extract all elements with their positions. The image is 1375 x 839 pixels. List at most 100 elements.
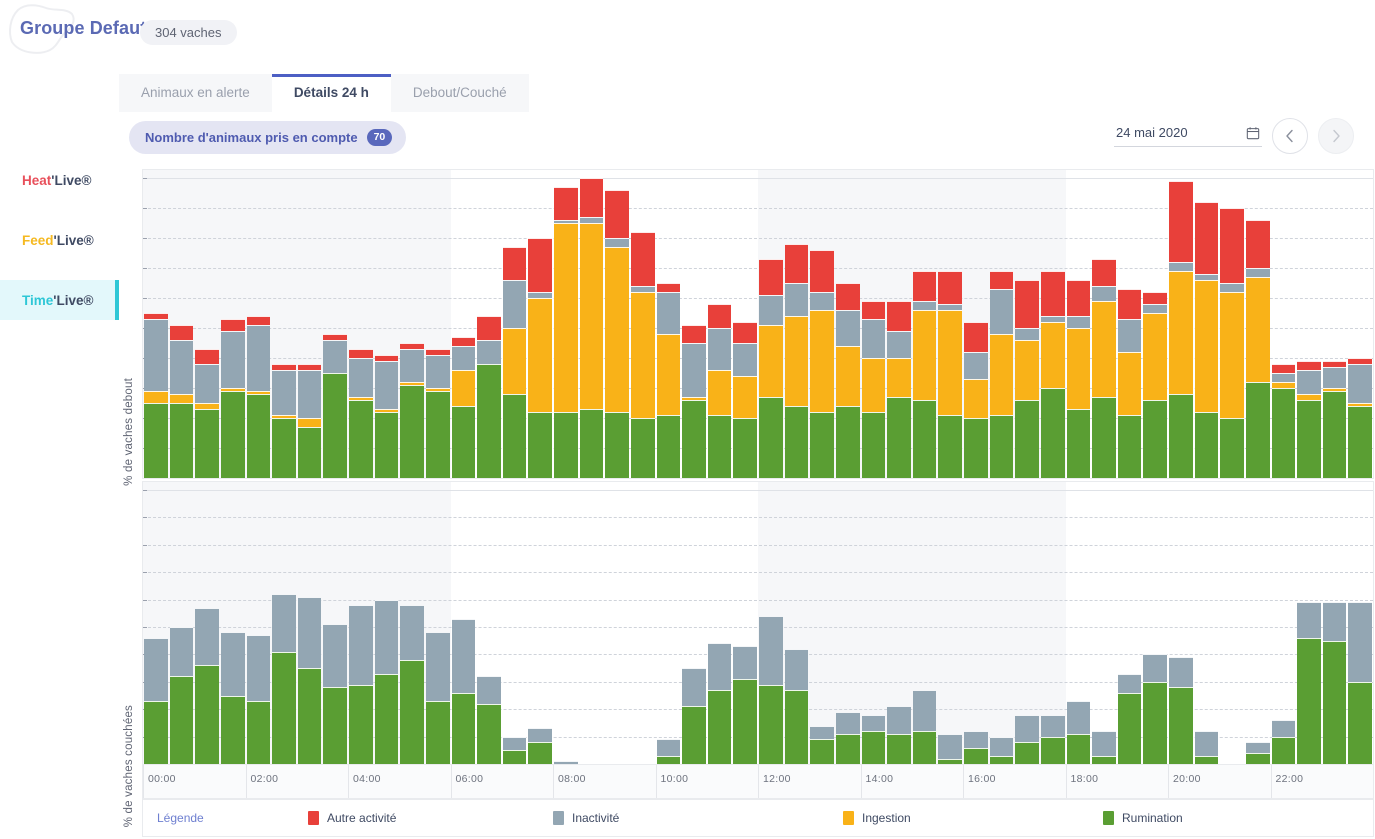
bar-column[interactable]	[681, 490, 707, 764]
stacked-bar[interactable]	[1348, 358, 1372, 478]
bar-column[interactable]	[681, 178, 707, 478]
bar-column[interactable]	[732, 490, 758, 764]
bar-column[interactable]	[194, 490, 220, 764]
stacked-bar[interactable]	[323, 624, 347, 764]
stacked-bar[interactable]	[990, 271, 1014, 478]
bar-column[interactable]	[963, 178, 989, 478]
stacked-bar[interactable]	[247, 316, 271, 478]
bar-column[interactable]	[502, 490, 528, 764]
bar-column[interactable]	[579, 178, 605, 478]
bar-column[interactable]	[1168, 490, 1194, 764]
stacked-bar[interactable]	[272, 364, 296, 478]
bar-column[interactable]	[1014, 490, 1040, 764]
bar-column[interactable]	[169, 178, 195, 478]
stacked-bar[interactable]	[503, 247, 527, 478]
bar-column[interactable]	[809, 490, 835, 764]
stacked-bar[interactable]	[913, 271, 937, 478]
bar-column[interactable]	[1014, 178, 1040, 478]
stacked-bar[interactable]	[836, 283, 860, 478]
bar-column[interactable]	[630, 490, 656, 764]
bar-column[interactable]	[758, 178, 784, 478]
bar-column[interactable]	[707, 490, 733, 764]
stacked-bar[interactable]	[580, 178, 604, 478]
bar-column[interactable]	[399, 490, 425, 764]
stacked-bar[interactable]	[836, 712, 860, 764]
bar-column[interactable]	[809, 178, 835, 478]
stacked-bar[interactable]	[657, 739, 681, 764]
stacked-bar[interactable]	[1041, 271, 1065, 478]
stacked-bar[interactable]	[1348, 602, 1372, 764]
bar-column[interactable]	[1322, 178, 1348, 478]
bar-column[interactable]	[451, 490, 477, 764]
stacked-bar[interactable]	[1195, 202, 1219, 478]
bar-column[interactable]	[1271, 178, 1297, 478]
stacked-bar[interactable]	[144, 638, 168, 764]
standing-chart-plot[interactable]: 102030405060708090100	[142, 169, 1374, 479]
stacked-bar[interactable]	[759, 259, 783, 478]
bar-column[interactable]	[553, 490, 579, 764]
stacked-bar[interactable]	[503, 737, 527, 764]
bar-column[interactable]	[604, 490, 630, 764]
stacked-bar[interactable]	[375, 355, 399, 478]
bar-column[interactable]	[1347, 490, 1373, 764]
bar-column[interactable]	[1271, 490, 1297, 764]
next-day-button[interactable]	[1318, 118, 1354, 154]
legend-item-inactivit-[interactable]: Inactivité	[553, 811, 619, 825]
bar-column[interactable]	[451, 178, 477, 478]
bar-column[interactable]	[1296, 178, 1322, 478]
bar-column[interactable]	[912, 178, 938, 478]
legend-item-autre-activit-[interactable]: Autre activité	[308, 811, 396, 825]
stacked-bar[interactable]	[759, 616, 783, 764]
stacked-bar[interactable]	[1272, 720, 1296, 764]
stacked-bar[interactable]	[1169, 657, 1193, 764]
bar-column[interactable]	[220, 178, 246, 478]
stacked-bar[interactable]	[554, 761, 578, 764]
bar-column[interactable]	[502, 178, 528, 478]
animal-count-filter[interactable]: Nombre d'animaux pris en compte 70	[129, 121, 406, 154]
bar-column[interactable]	[989, 490, 1015, 764]
stacked-bar[interactable]	[887, 301, 911, 478]
bar-column[interactable]	[1194, 490, 1220, 764]
bar-column[interactable]	[271, 178, 297, 478]
bar-column[interactable]	[784, 490, 810, 764]
bar-column[interactable]	[246, 490, 272, 764]
stacked-bar[interactable]	[887, 706, 911, 764]
stacked-bar[interactable]	[657, 283, 681, 478]
bar-column[interactable]	[656, 178, 682, 478]
bar-column[interactable]	[220, 490, 246, 764]
bar-column[interactable]	[1066, 178, 1092, 478]
stacked-bar[interactable]	[323, 334, 347, 478]
stacked-bar[interactable]	[733, 322, 757, 478]
bar-column[interactable]	[271, 490, 297, 764]
bar-column[interactable]	[989, 178, 1015, 478]
bar-column[interactable]	[732, 178, 758, 478]
bar-column[interactable]	[527, 178, 553, 478]
stacked-bar[interactable]	[144, 313, 168, 478]
stacked-bar[interactable]	[1015, 715, 1039, 764]
stacked-bar[interactable]	[1297, 602, 1321, 764]
bar-column[interactable]	[861, 178, 887, 478]
stacked-bar[interactable]	[1323, 361, 1347, 478]
stacked-bar[interactable]	[477, 676, 501, 764]
stacked-bar[interactable]	[938, 271, 962, 478]
stacked-bar[interactable]	[528, 238, 552, 478]
bar-column[interactable]	[348, 178, 374, 478]
bar-column[interactable]	[707, 178, 733, 478]
stacked-bar[interactable]	[1015, 280, 1039, 478]
bar-column[interactable]	[169, 490, 195, 764]
bar-column[interactable]	[425, 490, 451, 764]
bar-column[interactable]	[476, 490, 502, 764]
bar-column[interactable]	[886, 490, 912, 764]
bar-column[interactable]	[630, 178, 656, 478]
stacked-bar[interactable]	[272, 594, 296, 764]
bar-column[interactable]	[1040, 490, 1066, 764]
bar-column[interactable]	[374, 178, 400, 478]
bar-column[interactable]	[1296, 490, 1322, 764]
stacked-bar[interactable]	[990, 737, 1014, 764]
bar-column[interactable]	[1168, 178, 1194, 478]
stacked-bar[interactable]	[1143, 654, 1167, 764]
bar-column[interactable]	[476, 178, 502, 478]
stacked-bar[interactable]	[349, 605, 373, 764]
stacked-bar[interactable]	[682, 325, 706, 478]
stacked-bar[interactable]	[810, 726, 834, 764]
